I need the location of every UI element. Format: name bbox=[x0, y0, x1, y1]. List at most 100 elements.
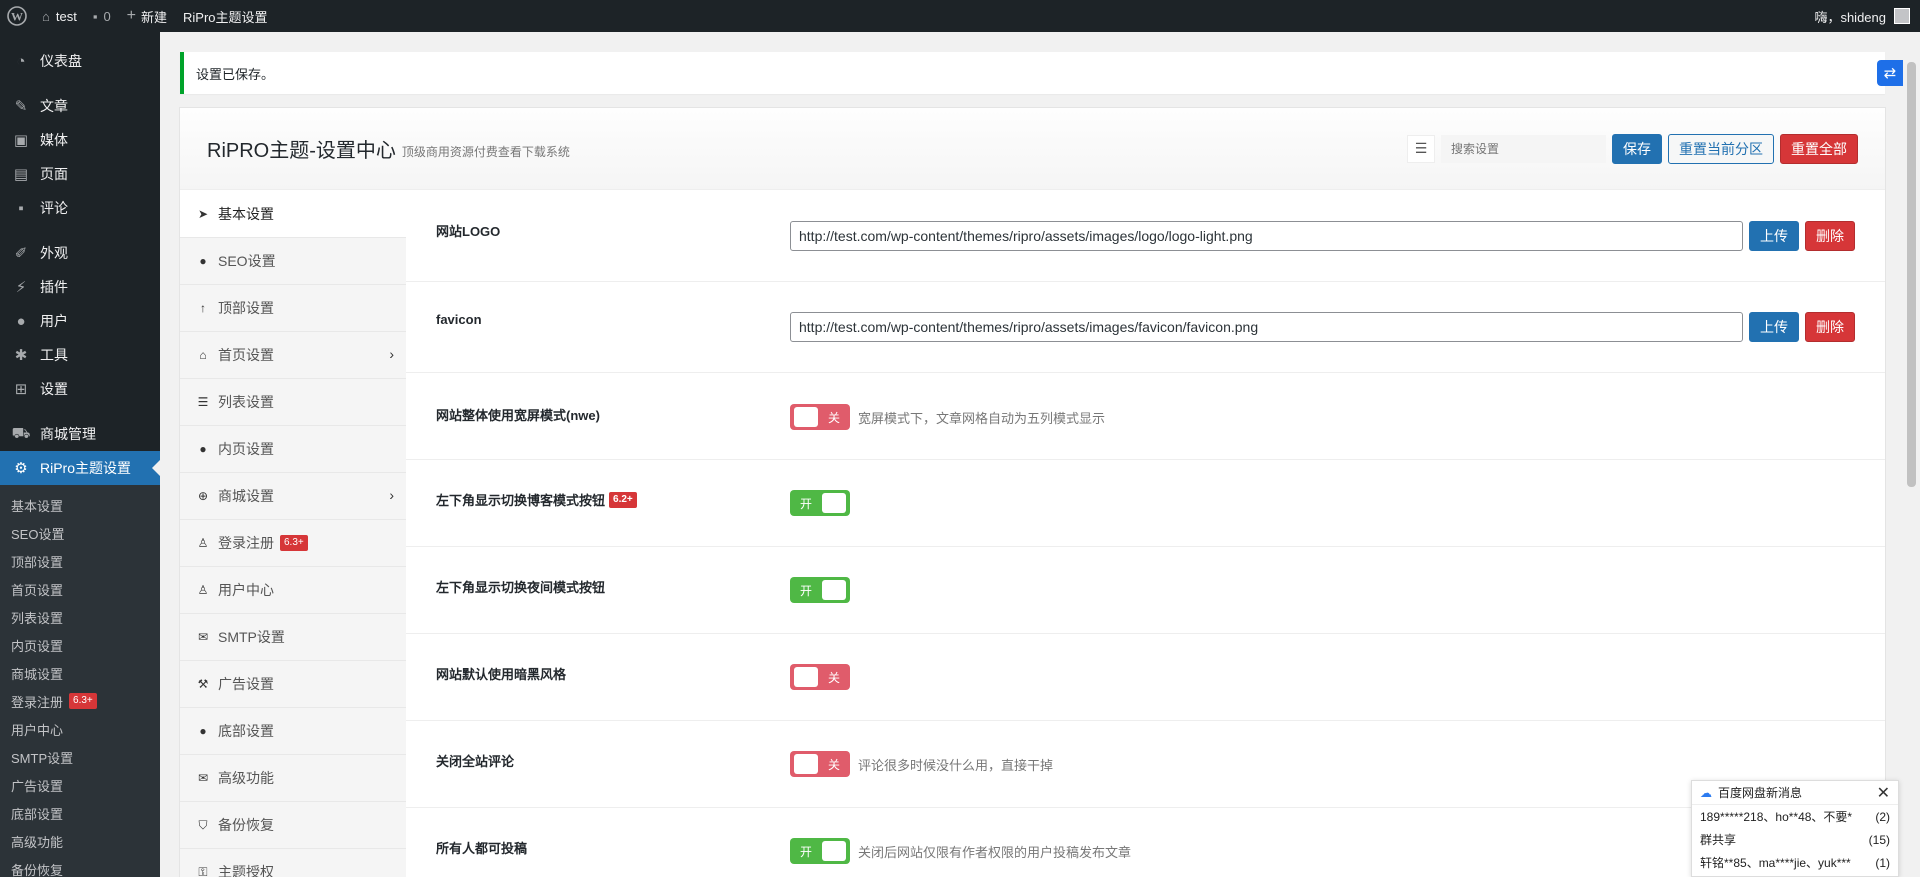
pin-icon: ✎ bbox=[14, 98, 28, 115]
save-button[interactable]: 保存 bbox=[1612, 133, 1662, 164]
field-label: 网站默认使用暗黑风格 bbox=[436, 667, 567, 682]
nav-item-inner[interactable]: ● 内页设置 bbox=[180, 426, 406, 473]
header-actions: ☰ 保存 重置当前分区 重置全部 bbox=[1407, 133, 1885, 164]
expand-all-icon[interactable]: ☰ bbox=[1407, 134, 1435, 163]
submenu-item-shop[interactable]: 商城设置 bbox=[0, 659, 160, 687]
nav-item-login[interactable]: ♙ 登录注册 6.3+ bbox=[180, 520, 406, 567]
field-blog-switch: 左下角显示切换博客模式按钮 6.2+ 开 bbox=[406, 460, 1885, 547]
user-greeting[interactable]: 嗨，shideng bbox=[1814, 7, 1886, 26]
nav-item-home[interactable]: ⌂ 首页设置 › bbox=[180, 332, 406, 379]
blog-mode-toggle[interactable]: 开 bbox=[790, 490, 850, 516]
reset-all-button[interactable]: 重置全部 bbox=[1780, 133, 1858, 164]
submenu-item-backup[interactable]: 备份恢复 bbox=[0, 855, 160, 877]
settings-saved-notice: 设置已保存。 bbox=[180, 52, 1885, 94]
menu-item-comments[interactable]: ▪ 评论 bbox=[0, 191, 160, 225]
field-dark-style: 网站默认使用暗黑风格 关 bbox=[406, 634, 1885, 721]
submenu-item-footer[interactable]: 底部设置 bbox=[0, 799, 160, 827]
submenu-item-header[interactable]: 顶部设置 bbox=[0, 547, 160, 575]
close-icon[interactable]: ✕ bbox=[1877, 783, 1890, 803]
comments-link[interactable]: ▪ 0 bbox=[85, 0, 119, 32]
menu-item-pages[interactable]: ▤ 页面 bbox=[0, 157, 160, 191]
favicon-url-input[interactable]: http://test.com/wp-content/themes/ripro/… bbox=[790, 312, 1743, 342]
key-icon: ⚿ bbox=[198, 864, 208, 877]
theme-settings-link[interactable]: RiPro主题设置 bbox=[175, 0, 276, 32]
reset-section-button[interactable]: 重置当前分区 bbox=[1668, 133, 1774, 164]
translate-float-icon[interactable]: ⇄ bbox=[1877, 60, 1903, 86]
dark-style-toggle[interactable]: 关 bbox=[790, 664, 850, 690]
comment-icon: ▪ bbox=[92, 8, 98, 24]
site-name-link[interactable]: ⌂ test bbox=[34, 0, 85, 32]
nav-item-user-center[interactable]: ♙ 用户中心 bbox=[180, 567, 406, 614]
nav-item-smtp[interactable]: ✉ SMTP设置 bbox=[180, 614, 406, 661]
nav-item-list[interactable]: ☰ 列表设置 bbox=[180, 379, 406, 426]
new-content-link[interactable]: + 新建 bbox=[119, 0, 175, 32]
field-label: 左下角显示切换博客模式按钮 6.2+ bbox=[436, 490, 637, 509]
media-icon: ▣ bbox=[13, 132, 29, 149]
svg-text:W: W bbox=[11, 10, 23, 24]
field-favicon: favicon http://test.com/wp-content/theme… bbox=[406, 282, 1885, 373]
user-icon: ♙ bbox=[197, 583, 209, 597]
upload-button[interactable]: 上传 bbox=[1749, 312, 1799, 342]
field-description: 关闭后网站仅限有作者权限的用户投稿发布文章 bbox=[858, 844, 1132, 860]
submenu-item-login[interactable]: 登录注册 6.3+ bbox=[0, 687, 160, 715]
nav-item-footer[interactable]: ● 底部设置 bbox=[180, 708, 406, 755]
menu-item-dashboard[interactable]: ◔ 仪表盘 bbox=[0, 44, 160, 78]
settings-icon: ⊞ bbox=[14, 381, 28, 398]
logo-url-input[interactable]: http://test.com/wp-content/themes/ripro/… bbox=[790, 221, 1743, 251]
nav-item-license[interactable]: ⚿ 主题授权 bbox=[180, 849, 406, 877]
circle-icon: ● bbox=[199, 254, 207, 268]
menu-item-media[interactable]: ▣ 媒体 bbox=[0, 123, 160, 157]
submenu-item-basic[interactable]: 基本设置 bbox=[0, 491, 160, 519]
menu-item-posts[interactable]: ✎ 文章 bbox=[0, 89, 160, 123]
close-comments-toggle[interactable]: 关 bbox=[790, 751, 850, 777]
nav-item-header[interactable]: ↑ 顶部设置 bbox=[180, 285, 406, 332]
new-label: 新建 bbox=[141, 9, 168, 25]
wordpress-logo-icon[interactable]: W bbox=[0, 0, 34, 32]
menu-item-ripro-settings[interactable]: ⚙ RiPro主题设置 bbox=[0, 451, 160, 485]
page-scrollbar[interactable] bbox=[1903, 32, 1920, 877]
submenu-item-home[interactable]: 首页设置 bbox=[0, 575, 160, 603]
user-icon: ● bbox=[16, 312, 26, 330]
search-input[interactable] bbox=[1441, 134, 1606, 163]
menu-item-tools[interactable]: ✱ 工具 bbox=[0, 338, 160, 372]
delete-button[interactable]: 删除 bbox=[1805, 221, 1855, 251]
field-open-post: 所有人都可投稿 开 关闭后网站仅限有作者权限的用户投稿发布文章 bbox=[406, 808, 1885, 877]
night-mode-toggle[interactable]: 开 bbox=[790, 577, 850, 603]
menu-item-settings[interactable]: ⊞ 设置 bbox=[0, 372, 160, 406]
field-label: 所有人都可投稿 bbox=[436, 841, 528, 856]
submenu-item-inner[interactable]: 内页设置 bbox=[0, 631, 160, 659]
field-label: 关闭全站评论 bbox=[436, 754, 515, 769]
menu-item-users[interactable]: ● 用户 bbox=[0, 304, 160, 338]
submenu-item-smtp[interactable]: SMTP设置 bbox=[0, 743, 160, 771]
open-post-toggle[interactable]: 开 bbox=[790, 838, 850, 864]
nav-item-backup[interactable]: ⛉ 备份恢复 bbox=[180, 802, 406, 849]
nav-item-basic[interactable]: ➤ 基本设置 bbox=[180, 191, 406, 238]
submenu-item-list[interactable]: 列表设置 bbox=[0, 603, 160, 631]
scrollbar-thumb[interactable] bbox=[1907, 62, 1916, 487]
comment-icon: ▪ bbox=[18, 199, 24, 217]
plugin-icon: ⚡ bbox=[15, 279, 27, 296]
nav-item-advanced[interactable]: ✉ 高级功能 bbox=[180, 755, 406, 802]
upload-button[interactable]: 上传 bbox=[1749, 221, 1799, 251]
field-label: 左下角显示切换夜间模式按钮 bbox=[436, 580, 606, 595]
menu-item-plugins[interactable]: ⚡ 插件 bbox=[0, 270, 160, 304]
options-panel: RiPRO主题-设置中心 顶级商用资源付费查看下载系统 ☰ 保存 重置当前分区 … bbox=[180, 108, 1885, 877]
submenu-item-ads[interactable]: 广告设置 bbox=[0, 771, 160, 799]
menu-item-shop[interactable]: ⛟ 商城管理 bbox=[0, 417, 160, 451]
nav-item-seo[interactable]: ● SEO设置 bbox=[180, 238, 406, 285]
submenu-item-advanced[interactable]: 高级功能 bbox=[0, 827, 160, 855]
nav-item-shop[interactable]: ⊕ 商城设置 › bbox=[180, 473, 406, 520]
avatar[interactable] bbox=[1894, 8, 1910, 24]
circle-icon: ● bbox=[199, 442, 207, 456]
submenu-item-seo[interactable]: SEO设置 bbox=[0, 519, 160, 547]
dashboard-icon: ◔ bbox=[16, 52, 26, 70]
list-item[interactable]: 群共享 (15) bbox=[1692, 828, 1898, 851]
list-item[interactable]: 189*****218、ho**48、不要* (2) bbox=[1692, 805, 1898, 828]
list-item[interactable]: 轩铭**85、ma****jie、yuk*** (1) bbox=[1692, 851, 1898, 874]
nav-item-ads[interactable]: ⚒ 广告设置 bbox=[180, 661, 406, 708]
submenu-item-user-center[interactable]: 用户中心 bbox=[0, 715, 160, 743]
wide-mode-toggle[interactable]: 关 bbox=[790, 404, 850, 430]
delete-button[interactable]: 删除 bbox=[1805, 312, 1855, 342]
menu-item-appearance[interactable]: ✐ 外观 bbox=[0, 236, 160, 270]
circle-icon: ● bbox=[199, 724, 207, 738]
